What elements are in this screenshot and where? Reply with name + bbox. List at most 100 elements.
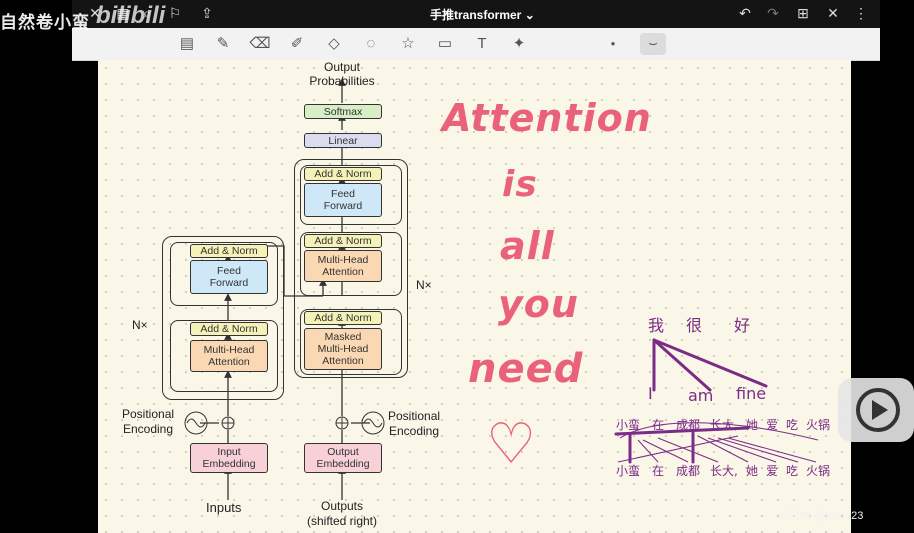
- sentence-a-5: 她: [746, 418, 759, 432]
- outputs-label: Outputs (shifted right): [302, 499, 382, 529]
- sentence-b-4: 长大,: [710, 464, 738, 478]
- sentence-a-2: 在: [652, 418, 665, 432]
- decoder-add-norm-mid: Add & Norm: [304, 234, 382, 248]
- dot-size-icon[interactable]: ●: [602, 33, 624, 55]
- pe-left-line-2: Encoding: [122, 422, 174, 436]
- decoder-add-norm-bottom: Add & Norm: [304, 311, 382, 325]
- cn-word-hao: 好: [734, 316, 751, 335]
- sentence-a-8: 火锅: [806, 418, 831, 432]
- input-emb-line-1: Input: [217, 446, 241, 458]
- pe-right-line-2: Encoding: [388, 424, 440, 438]
- positional-encoding-left: Positional Encoding: [122, 407, 174, 437]
- en-word-fine: fine: [736, 384, 767, 403]
- decoder-nx-label: N×: [416, 278, 432, 292]
- lasso-icon[interactable]: ◌: [360, 33, 382, 55]
- mha-line-2: Attention: [322, 266, 364, 278]
- tool-bar: ▤ ✎ ⌫ ✐ ◇ ◌ ☆ ▭ T ✦ ● ⌣: [72, 28, 880, 61]
- masked-line-2: Multi-Head: [317, 343, 369, 355]
- chevron-down-icon: ⌄: [524, 8, 535, 22]
- add-page-icon[interactable]: ⊞: [794, 4, 812, 22]
- cn-word-wo: 我: [648, 316, 665, 335]
- output-emb-line-1: Output: [327, 446, 359, 458]
- sentence-a-7: 吃: [786, 418, 799, 432]
- mha-line-1: Multi-Head: [203, 344, 255, 356]
- handwriting-attention: Attention: [442, 96, 652, 140]
- input-embedding: Input Embedding: [190, 443, 268, 473]
- sentence-b-3: 成都: [676, 464, 701, 478]
- redo-icon[interactable]: ↷: [764, 4, 782, 22]
- stroke-style-icon[interactable]: ⌣: [640, 33, 666, 55]
- channel-watermark: 自然卷小蛮: [0, 13, 90, 32]
- undo-icon[interactable]: ↶: [736, 4, 754, 22]
- sentence-b-2: 在: [652, 464, 665, 478]
- handwriting-all: all: [500, 224, 555, 268]
- decoder-feed-forward: Feed Forward: [304, 183, 382, 217]
- masked-line-3: Attention: [322, 355, 364, 367]
- sentence-b-6: 爱: [766, 464, 779, 478]
- note-page[interactable]: Add & Norm Feed Forward Add & Norm Multi…: [98, 60, 851, 533]
- mha-line-1: Multi-Head: [317, 254, 369, 266]
- handwriting-you: you: [498, 282, 579, 326]
- inputs-label: Inputs: [206, 500, 242, 515]
- decoder-masked-attention: Masked Multi-Head Attention: [304, 328, 382, 370]
- image-icon[interactable]: ▭: [434, 33, 456, 55]
- sentence-b-7: 吃: [786, 464, 799, 478]
- document-title-text: 手推transformer: [430, 8, 522, 22]
- bilibili-logo: bilibili: [96, 2, 166, 29]
- ff-line-2: Forward: [209, 277, 249, 289]
- laser-icon[interactable]: ✦: [508, 33, 530, 55]
- handwriting-need: need: [468, 346, 584, 392]
- decoder-add-norm-top: Add & Norm: [304, 167, 382, 181]
- sentence-b-5: 她: [746, 464, 759, 478]
- encoder-multi-head-attention: Multi-Head Attention: [190, 340, 268, 372]
- ff-line-2: Forward: [323, 200, 363, 212]
- reader-icon[interactable]: ▤: [176, 33, 198, 55]
- document-title[interactable]: 手推transformer ⌄: [430, 6, 535, 23]
- outputs-line-2: (shifted right): [306, 514, 378, 528]
- output-emb-line-2: Embedding: [316, 458, 370, 470]
- bookmark-icon[interactable]: ⚐: [166, 4, 184, 22]
- sentence-b-1: 小蛮: [616, 464, 641, 478]
- play-icon: [856, 388, 900, 432]
- en-word-i: I: [648, 384, 653, 403]
- sentence-b-8: 火锅: [806, 464, 831, 478]
- cn-word-hen: 很: [686, 316, 703, 335]
- ff-line-1: Feed: [331, 188, 355, 200]
- sentence-a-4: 长大,: [710, 418, 738, 432]
- highlighter-icon[interactable]: ✐: [286, 33, 308, 55]
- csdn-watermark: CSDN @kjzd123: [780, 510, 864, 522]
- outputs-line-1: Outputs: [320, 499, 364, 513]
- more-icon[interactable]: ⋮: [852, 4, 870, 22]
- output-probabilities-label: Output Probabilities: [300, 60, 384, 88]
- close-document-icon[interactable]: ✕: [824, 4, 842, 22]
- handwriting-is: is: [502, 164, 538, 205]
- input-emb-line-2: Embedding: [202, 458, 256, 470]
- en-word-am: am: [688, 386, 714, 405]
- output-prob-line-2: Probabilities: [309, 74, 375, 88]
- encoder-add-norm-top: Add & Norm: [190, 244, 268, 258]
- decoder-multi-head-attention: Multi-Head Attention: [304, 250, 382, 282]
- output-embedding: Output Embedding: [304, 443, 382, 473]
- pe-right-line-1: Positional: [388, 409, 441, 423]
- encoder-add-norm-bottom: Add & Norm: [190, 322, 268, 336]
- pen-icon[interactable]: ✎: [212, 33, 234, 55]
- share-icon[interactable]: ⇪: [198, 4, 216, 22]
- sentence-a-6: 爱: [766, 418, 779, 432]
- text-icon[interactable]: T: [471, 33, 493, 55]
- linear-layer: Linear: [304, 133, 382, 148]
- mha-line-2: Attention: [208, 356, 250, 368]
- ff-line-1: Feed: [217, 265, 241, 277]
- video-play-widget[interactable]: [838, 378, 914, 442]
- sentence-a-3: 成都: [676, 418, 701, 432]
- masked-line-1: Masked: [324, 331, 362, 343]
- encoder-feed-forward: Feed Forward: [190, 260, 268, 294]
- shapes-icon[interactable]: ◇: [323, 33, 345, 55]
- app-top-bar: ✕ ▦ ⌕ ⚐ ⇪ 手推transformer ⌄ ↶ ↷ ⊞ ✕ ⋮: [72, 0, 880, 28]
- output-prob-line-1: Output: [323, 60, 361, 74]
- encoder-nx-label: N×: [132, 318, 148, 332]
- softmax-layer: Softmax: [304, 104, 382, 119]
- positional-encoding-right: Positional Encoding: [388, 409, 440, 439]
- heart-icon: ♡: [486, 412, 538, 477]
- sticker-icon[interactable]: ☆: [397, 33, 419, 55]
- eraser-icon[interactable]: ⌫: [249, 33, 271, 55]
